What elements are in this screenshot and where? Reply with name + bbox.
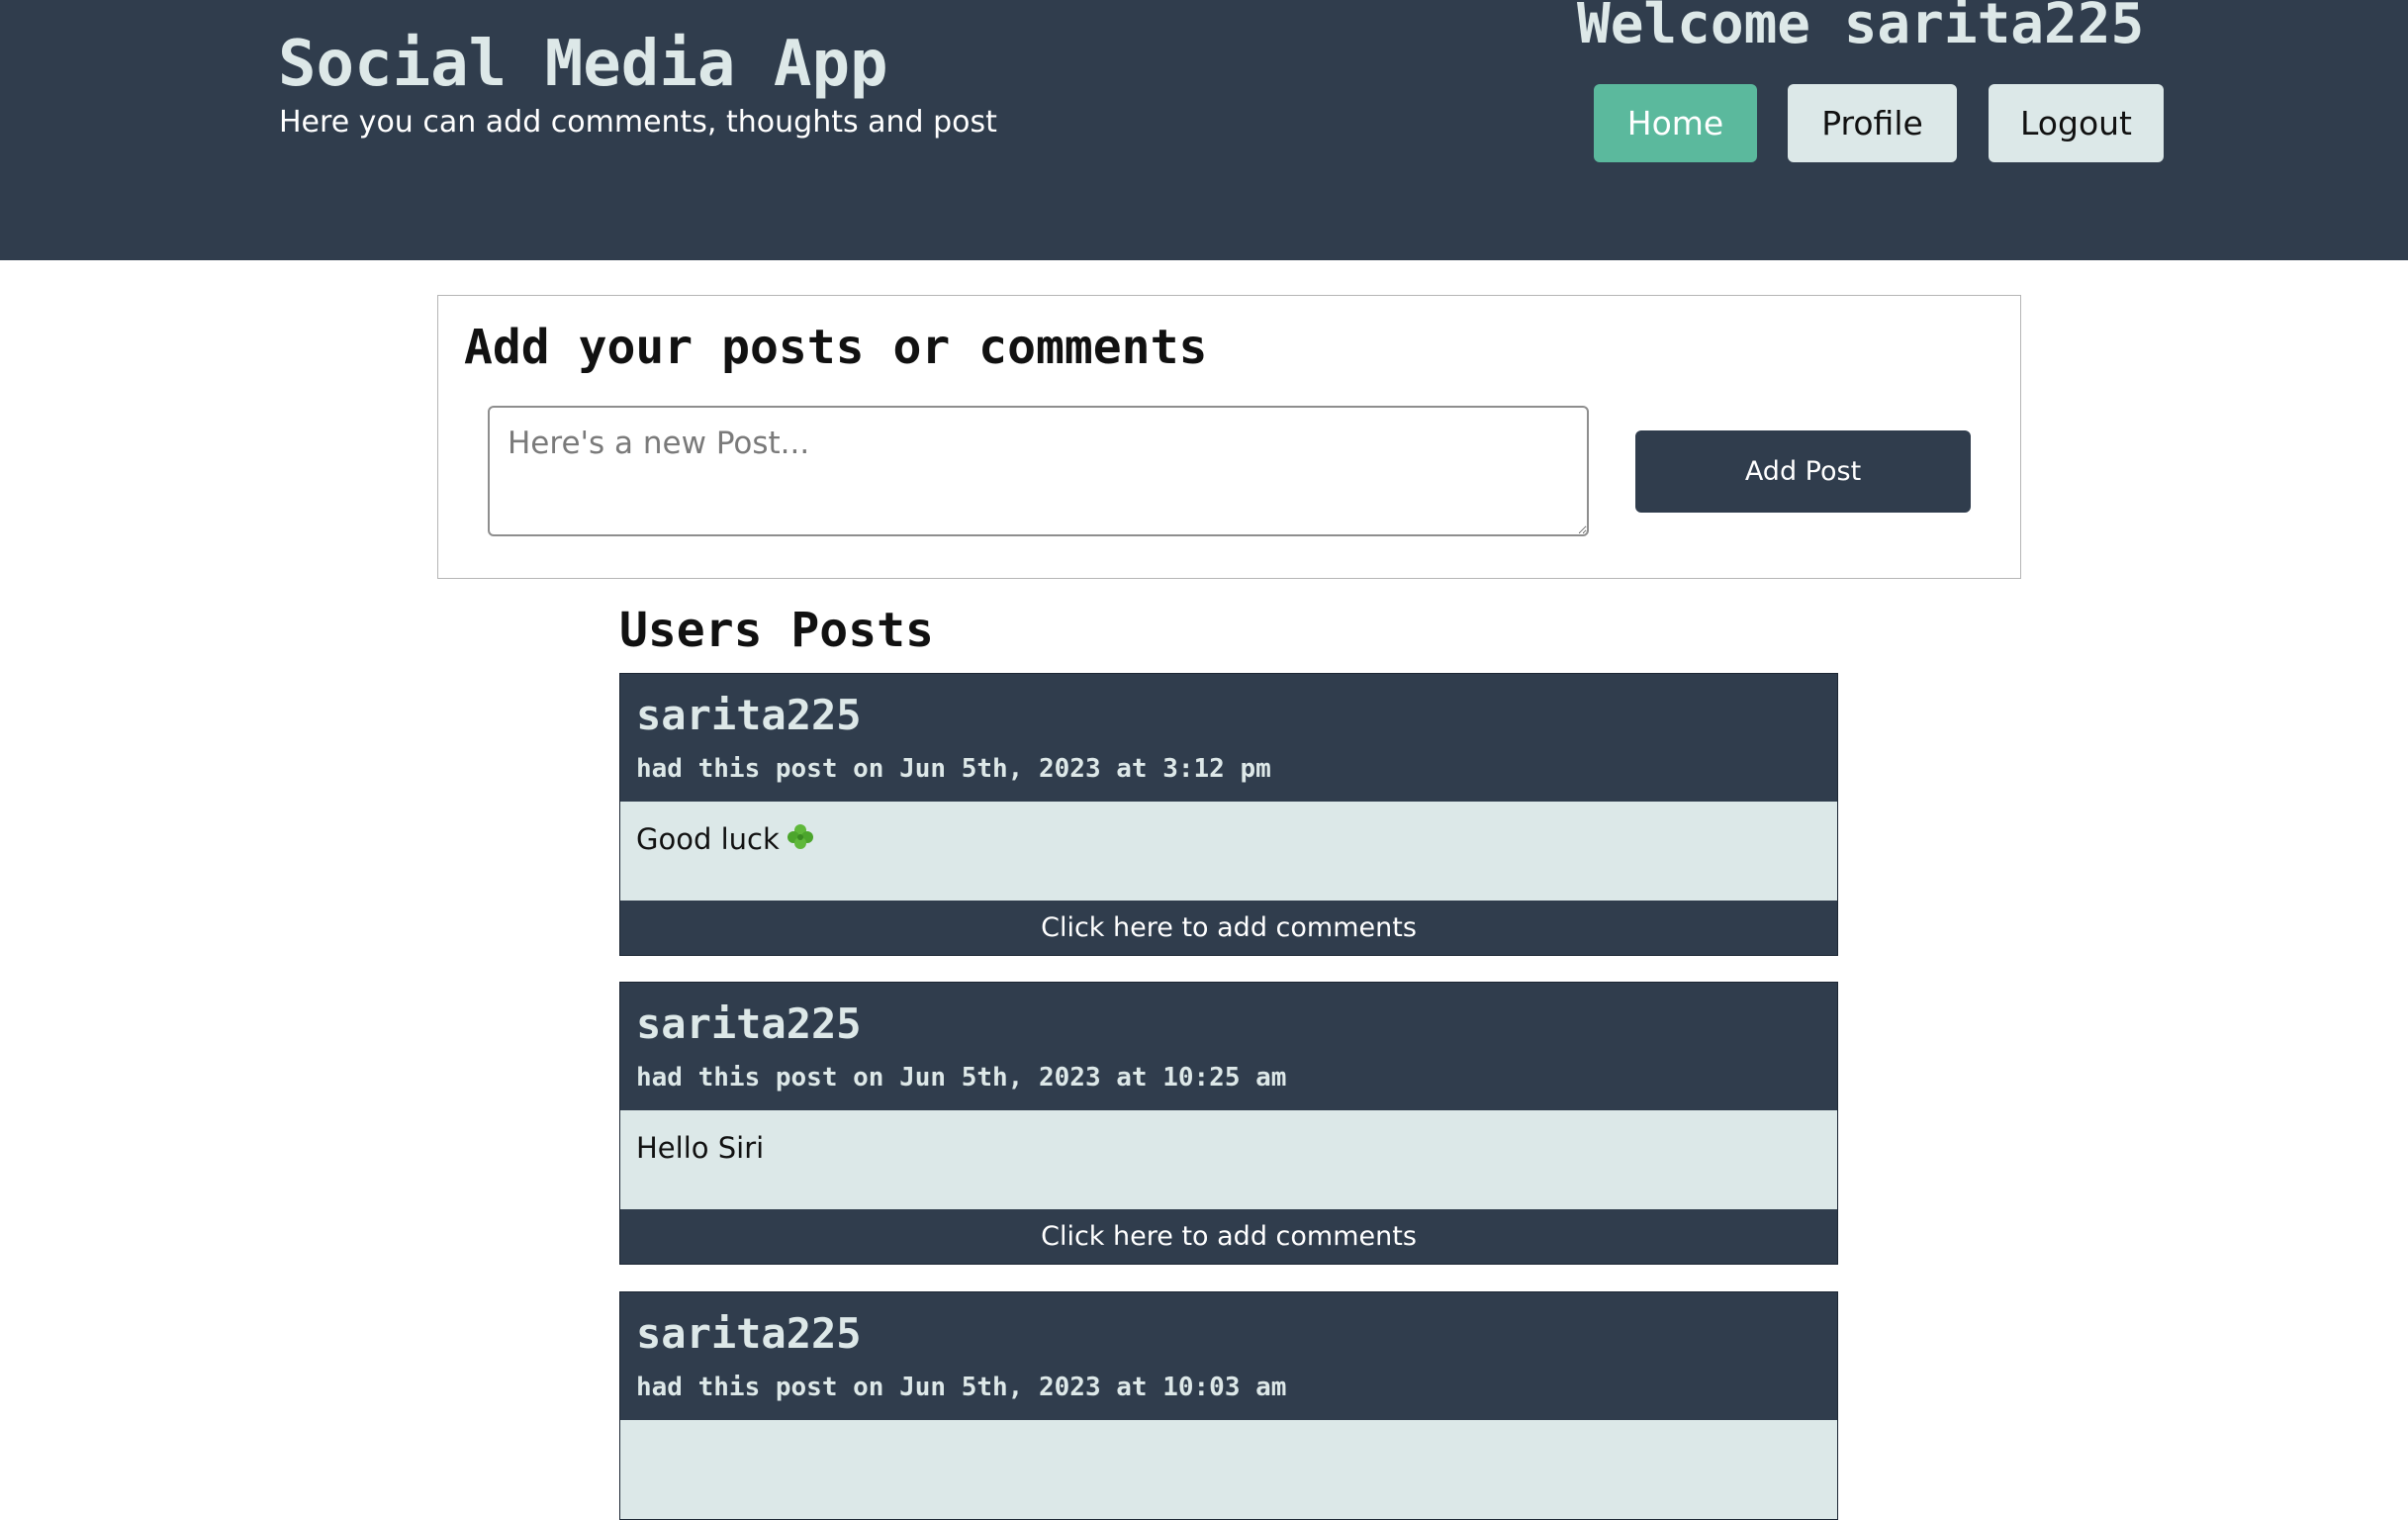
post-content: Good luck — [636, 819, 815, 862]
app-title: Social Media App — [278, 28, 888, 101]
post-content: Hello Siri — [636, 1131, 765, 1165]
post-timestamp: had this post on Jun 5th, 2023 at 10:03 … — [636, 1373, 1287, 1402]
app-header: Social Media App Here you can add commen… — [0, 0, 2408, 260]
post-username: sarita225 — [636, 691, 862, 739]
welcome-message: Welcome sarita225 — [1577, 0, 2145, 56]
users-posts-heading: Users Posts — [619, 603, 934, 658]
four-leaf-clover-icon — [786, 822, 815, 862]
add-comment-button[interactable]: Click here to add comments — [620, 1209, 1837, 1264]
post-body: Good luck — [620, 802, 1837, 901]
post-body: Hello Siri — [620, 1110, 1837, 1209]
post-text: Good luck — [636, 822, 780, 856]
post-header: sarita225 had this post on Jun 5th, 2023… — [620, 1292, 1837, 1420]
post-timestamp: had this post on Jun 5th, 2023 at 10:25 … — [636, 1063, 1287, 1092]
add-post-panel: Add your posts or comments Add Post — [437, 295, 2021, 579]
add-post-button[interactable]: Add Post — [1635, 430, 1971, 513]
post-card: sarita225 had this post on Jun 5th, 2023… — [619, 1291, 1838, 1520]
nav-home-button[interactable]: Home — [1594, 84, 1757, 162]
post-username: sarita225 — [636, 999, 862, 1048]
post-card: sarita225 had this post on Jun 5th, 2023… — [619, 673, 1838, 956]
add-comment-button[interactable]: Click here to add comments — [620, 901, 1837, 955]
new-post-input[interactable] — [488, 406, 1589, 536]
post-card: sarita225 had this post on Jun 5th, 2023… — [619, 982, 1838, 1265]
nav-profile-button[interactable]: Profile — [1788, 84, 1957, 162]
nav-logout-button[interactable]: Logout — [1989, 84, 2164, 162]
app-subtitle: Here you can add comments, thoughts and … — [279, 105, 997, 140]
post-body — [620, 1420, 1837, 1519]
post-header: sarita225 had this post on Jun 5th, 2023… — [620, 983, 1837, 1110]
add-post-heading: Add your posts or comments — [464, 320, 1208, 375]
post-timestamp: had this post on Jun 5th, 2023 at 3:12 p… — [636, 754, 1271, 784]
post-username: sarita225 — [636, 1309, 862, 1358]
post-header: sarita225 had this post on Jun 5th, 2023… — [620, 674, 1837, 802]
